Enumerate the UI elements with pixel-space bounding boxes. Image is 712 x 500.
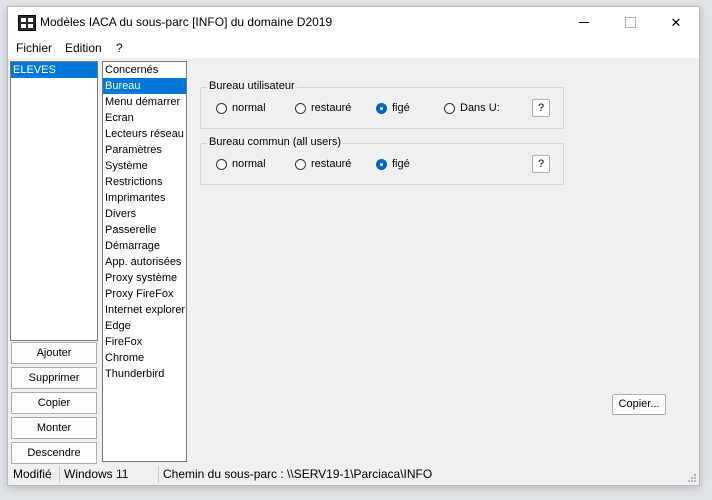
radio-bu-normal[interactable]: normal xyxy=(216,102,266,114)
category-list-item[interactable]: Bureau xyxy=(103,78,186,94)
radio-label: restauré xyxy=(311,102,352,114)
radio-circle xyxy=(376,102,387,114)
status-state: Modifié xyxy=(13,467,52,481)
status-path: Chemin du sous-parc : \\SERV19-1\Parciac… xyxy=(163,467,433,481)
radio-bu-fige[interactable]: figé xyxy=(376,102,410,114)
bureau-commun-group: Bureau commun (all users) normal restaur… xyxy=(200,136,564,185)
radio-label: figé xyxy=(392,158,410,170)
status-os: Windows 11 xyxy=(64,467,129,481)
radio-label: restauré xyxy=(311,158,352,170)
app-icon xyxy=(18,15,36,31)
category-list-item[interactable]: Internet explorer xyxy=(103,302,186,318)
bureau-utilisateur-title: Bureau utilisateur xyxy=(207,80,297,92)
category-list-item[interactable]: Edge xyxy=(103,318,186,334)
status-divider xyxy=(59,466,60,483)
minimize-icon xyxy=(579,22,589,23)
radio-circle xyxy=(376,158,387,170)
menu-bar: Fichier Edition ? xyxy=(8,38,699,59)
minimize-button[interactable] xyxy=(561,7,607,38)
group-list-item[interactable]: ELEVES xyxy=(11,62,97,78)
category-list-item[interactable]: Système xyxy=(103,158,186,174)
category-list-item[interactable]: Ecran xyxy=(103,110,186,126)
radio-label: normal xyxy=(232,158,266,170)
status-bar: Modifié Windows 11 Chemin du sous-parc :… xyxy=(8,464,699,485)
resize-grip-icon[interactable] xyxy=(687,473,697,483)
radio-bc-restaure[interactable]: restauré xyxy=(295,158,351,170)
radio-circle xyxy=(216,158,227,170)
descendre-button[interactable]: Descendre xyxy=(11,442,97,464)
help-button[interactable]: ? xyxy=(532,155,550,173)
radio-label: normal xyxy=(232,102,266,114)
category-list-item[interactable]: Thunderbird xyxy=(103,366,186,382)
copier-dots-button[interactable]: Copier... xyxy=(612,394,666,415)
radio-bc-normal[interactable]: normal xyxy=(216,158,266,170)
menu-help[interactable]: ? xyxy=(116,41,123,55)
category-list-item[interactable]: Divers xyxy=(103,206,186,222)
menu-edition[interactable]: Edition xyxy=(65,41,102,55)
radio-label: Dans U: xyxy=(460,102,500,114)
close-icon: ✕ xyxy=(670,14,682,30)
window-title: Modèles IACA du sous-parc [INFO] du doma… xyxy=(40,15,333,29)
copier-button[interactable]: Copier xyxy=(11,392,97,414)
client-area: ELEVES Concernés Bureau Menu démarrer Ecran… xyxy=(8,58,699,464)
supprimer-button[interactable]: Supprimer xyxy=(11,367,97,389)
radio-bu-restaure[interactable]: restauré xyxy=(295,102,351,114)
bureau-commun-title: Bureau commun (all users) xyxy=(207,136,344,148)
category-list-item[interactable]: Chrome xyxy=(103,350,186,366)
category-list-item[interactable]: App. autorisées xyxy=(103,254,186,270)
category-list-item[interactable]: Proxy système xyxy=(103,270,186,286)
category-list-item[interactable]: Lecteurs réseau xyxy=(103,126,186,142)
maximize-icon xyxy=(624,17,636,28)
radio-circle xyxy=(295,102,306,114)
category-list-item[interactable]: Proxy FireFox xyxy=(103,286,186,302)
radio-circle xyxy=(216,102,227,114)
category-list-item[interactable]: Restrictions xyxy=(103,174,186,190)
menu-fichier[interactable]: Fichier xyxy=(16,41,52,55)
categories-list[interactable]: Concernés Bureau Menu démarrer Ecran Lecteur… xyxy=(102,61,187,462)
help-button[interactable]: ? xyxy=(532,99,550,117)
radio-label: figé xyxy=(392,102,410,114)
category-list-item[interactable]: Passerelle xyxy=(103,222,186,238)
main-window: Modèles IACA du sous-parc [INFO] du doma… xyxy=(7,6,700,486)
title-bar[interactable]: Modèles IACA du sous-parc [INFO] du doma… xyxy=(8,7,699,38)
category-list-item[interactable]: Démarrage xyxy=(103,238,186,254)
radio-circle xyxy=(444,102,455,114)
monter-button[interactable]: Monter xyxy=(11,417,97,439)
radio-bu-dans-u[interactable]: Dans U: xyxy=(444,102,500,114)
status-divider xyxy=(158,466,159,483)
ajouter-button[interactable]: Ajouter xyxy=(11,342,97,364)
category-list-item[interactable]: FireFox xyxy=(103,334,186,350)
bureau-utilisateur-group: Bureau utilisateur normal restauré figé … xyxy=(200,80,564,129)
maximize-button[interactable] xyxy=(607,7,653,38)
close-button[interactable]: ✕ xyxy=(653,7,699,38)
category-list-item[interactable]: Paramètres xyxy=(103,142,186,158)
category-list-item[interactable]: Imprimantes xyxy=(103,190,186,206)
category-list-item[interactable]: Menu démarrer xyxy=(103,94,186,110)
radio-circle xyxy=(295,158,306,170)
groups-list[interactable]: ELEVES xyxy=(10,61,98,341)
radio-bc-fige[interactable]: figé xyxy=(376,158,410,170)
category-list-item[interactable]: Concernés xyxy=(103,62,186,78)
